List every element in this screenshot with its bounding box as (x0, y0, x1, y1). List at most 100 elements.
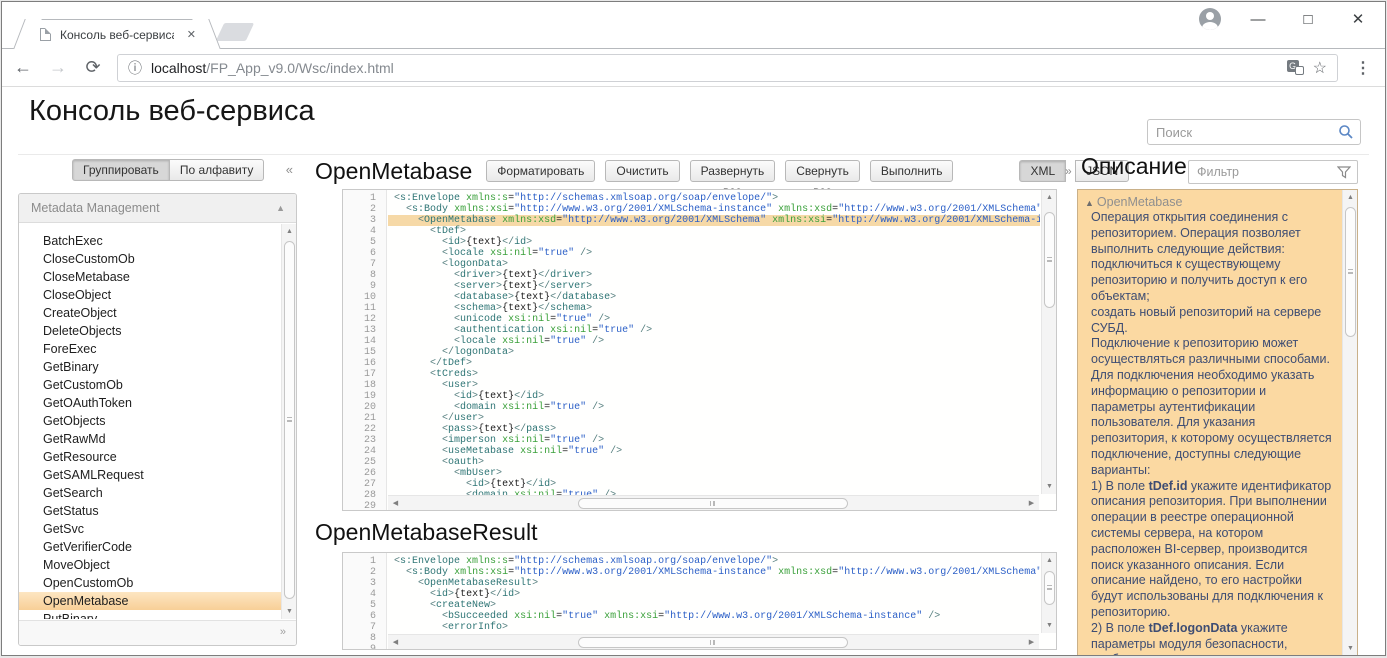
list-item-GetStatus[interactable]: GetStatus (19, 502, 296, 520)
code-line[interactable]: <driver>{text}</driver> (394, 270, 1040, 281)
sidebar-expand-icon[interactable]: » (280, 626, 286, 638)
page-info-icon[interactable]: ⓘ (128, 58, 142, 78)
back-icon[interactable]: ← (12, 57, 34, 78)
clear-button[interactable]: Очистить (605, 160, 679, 182)
list-item-GetSearch[interactable]: GetSearch (19, 484, 296, 502)
filter-funnel-icon[interactable] (1337, 166, 1351, 179)
code-line[interactable]: <tCreds> (394, 369, 1040, 380)
profile-icon[interactable] (1199, 8, 1221, 30)
scroll-thumb[interactable] (578, 498, 848, 509)
description-section-header[interactable]: ▲OpenMetabase (1085, 195, 1333, 209)
search-icon[interactable] (1338, 124, 1354, 140)
scroll-down-icon[interactable]: ▼ (1343, 641, 1358, 656)
list-item-GetSAMLRequest[interactable]: GetSAMLRequest (19, 466, 296, 484)
collapse-all-button[interactable]: Свернуть все (785, 160, 860, 182)
list-item-DeleteObjects[interactable]: DeleteObjects (19, 322, 296, 340)
sidebar-collapse-icon[interactable]: « (286, 163, 293, 176)
list-item-CloseMetabase[interactable]: CloseMetabase (19, 268, 296, 286)
section-collapse-icon[interactable]: ▲ (1085, 198, 1094, 208)
request-code[interactable]: <s:Envelope xmlns:s="http://schemas.xmls… (388, 190, 1040, 510)
code-line[interactable]: <authentication xsi:nil="true" /> (394, 325, 1040, 336)
expand-all-button[interactable]: Развернуть все (690, 160, 776, 182)
code-line[interactable]: <user> (394, 380, 1040, 391)
code-line[interactable]: <oauth> (394, 457, 1040, 468)
maximize-button[interactable]: □ (1295, 11, 1321, 28)
code-line[interactable]: </logonData> (394, 347, 1040, 358)
code-line[interactable]: <s:Envelope xmlns:s="http://schemas.xmls… (394, 193, 1040, 204)
list-item-GetOAuthToken[interactable]: GetOAuthToken (19, 394, 296, 412)
code-line[interactable]: <database>{text}</database> (394, 292, 1040, 303)
xml-toggle-button[interactable]: XML (1019, 160, 1066, 182)
scroll-up-icon[interactable]: ▲ (1042, 190, 1057, 205)
code-line[interactable]: <tDef> (394, 226, 1040, 237)
code-line[interactable]: <errorInfo> (394, 622, 1040, 633)
url-text[interactable]: localhost/FP_App_v9.0/Wsc/index.html (151, 60, 394, 76)
list-item-OpenMetabase[interactable]: OpenMetabase (19, 592, 296, 610)
scroll-up-icon[interactable]: ▲ (282, 224, 296, 239)
scroll-right-icon[interactable]: ▶ (1024, 496, 1039, 511)
list-item-MoveObject[interactable]: MoveObject (19, 556, 296, 574)
scroll-down-icon[interactable]: ▼ (1042, 618, 1057, 633)
sidebar-scrollbar[interactable]: ▲ ▼ (281, 224, 296, 619)
list-item-GetCustomOb[interactable]: GetCustomOb (19, 376, 296, 394)
code-line[interactable]: <schema>{text}</schema> (394, 303, 1040, 314)
list-item-OpenCustomOb[interactable]: OpenCustomOb (19, 574, 296, 592)
code-line[interactable]: </tDef> (394, 358, 1040, 369)
browser-tab[interactable]: Консоль веб-сервиса ✕ (28, 19, 206, 49)
list-item-GetObjects[interactable]: GetObjects (19, 412, 296, 430)
code-line[interactable]: </user> (394, 413, 1040, 424)
code-line[interactable]: <pass>{text}</pass> (394, 424, 1040, 435)
list-item-GetVerifierCode[interactable]: GetVerifierCode (19, 538, 296, 556)
alphabet-button[interactable]: По алфавиту (169, 159, 265, 181)
request-vscrollbar[interactable]: ▲ ▼ (1041, 190, 1056, 494)
code-line[interactable]: <s:Envelope xmlns:s="http://schemas.xmls… (394, 556, 1040, 567)
list-item-CloseCustomOb[interactable]: CloseCustomOb (19, 250, 296, 268)
new-tab-button[interactable] (216, 23, 254, 41)
filter-input[interactable] (1195, 164, 1337, 180)
response-editor[interactable]: 123456789 <s:Envelope xmlns:s="http://sc… (342, 552, 1057, 650)
scroll-up-icon[interactable]: ▲ (1343, 190, 1358, 205)
scroll-down-icon[interactable]: ▼ (282, 604, 296, 619)
code-line[interactable]: <mbUser> (394, 468, 1040, 479)
code-line[interactable]: <imperson xsi:nil="true" /> (394, 435, 1040, 446)
panel-expand-icon[interactable]: » (1065, 164, 1072, 178)
description-scrollbar[interactable]: ▲ ▼ (1342, 190, 1357, 656)
minimize-button[interactable]: — (1245, 11, 1271, 28)
code-line[interactable]: <server>{text}</server> (394, 281, 1040, 292)
list-item-CloseObject[interactable]: CloseObject (19, 286, 296, 304)
code-line[interactable]: <createNew> (394, 600, 1040, 611)
code-line[interactable]: <locale xsi:nil="true" /> (394, 336, 1040, 347)
list-item-GetResource[interactable]: GetResource (19, 448, 296, 466)
code-line[interactable]: <OpenMetabaseResult> (394, 578, 1040, 589)
request-editor[interactable]: 1234567891011121314151617181920212223242… (342, 189, 1057, 511)
browser-menu-icon[interactable]: ⋮ (1351, 58, 1375, 78)
code-line[interactable]: <locale xsi:nil="true" /> (394, 248, 1040, 259)
scroll-up-icon[interactable]: ▲ (1042, 553, 1057, 568)
group-button[interactable]: Группировать (72, 159, 170, 181)
list-item-BatchExec[interactable]: BatchExec (19, 232, 296, 250)
scroll-left-icon[interactable]: ◀ (388, 496, 403, 511)
code-line[interactable]: <id>{text}</id> (394, 391, 1040, 402)
reload-icon[interactable]: ⟳ (82, 57, 104, 78)
scroll-right-icon[interactable]: ▶ (1024, 635, 1039, 650)
request-hscrollbar[interactable]: ◀ ▶ (388, 495, 1039, 510)
response-hscrollbar[interactable]: ◀ ▶ (388, 634, 1039, 649)
format-button[interactable]: Форматировать (486, 160, 595, 182)
scroll-thumb[interactable] (1044, 212, 1055, 308)
list-item-CreateObject[interactable]: CreateObject (19, 304, 296, 322)
code-line[interactable]: <bSucceeded xsi:nil="true" xmlns:xsi="ht… (394, 611, 1040, 622)
response-vscrollbar[interactable]: ▲ ▼ (1041, 553, 1056, 633)
group-header[interactable]: Metadata Management ▲ (19, 194, 296, 223)
address-bar[interactable]: ⓘ localhost/FP_App_v9.0/Wsc/index.html G… (117, 54, 1338, 82)
scroll-thumb[interactable] (1044, 571, 1055, 605)
code-line[interactable]: <s:Body xmlns:xsi="http://www.w3.org/200… (394, 567, 1040, 578)
list-item-ForeExec[interactable]: ForeExec (19, 340, 296, 358)
code-line[interactable]: <id>{text}</id> (394, 479, 1040, 490)
filter-box[interactable] (1188, 160, 1358, 184)
scroll-thumb[interactable] (284, 241, 295, 599)
list-item-GetSvc[interactable]: GetSvc (19, 520, 296, 538)
search-input[interactable] (1150, 125, 1338, 140)
code-line[interactable]: <s:Body xmlns:xsi="http://www.w3.org/200… (394, 204, 1040, 215)
list-item-PutBinary[interactable]: PutBinary (19, 610, 296, 619)
tab-close-icon[interactable]: ✕ (183, 26, 200, 43)
